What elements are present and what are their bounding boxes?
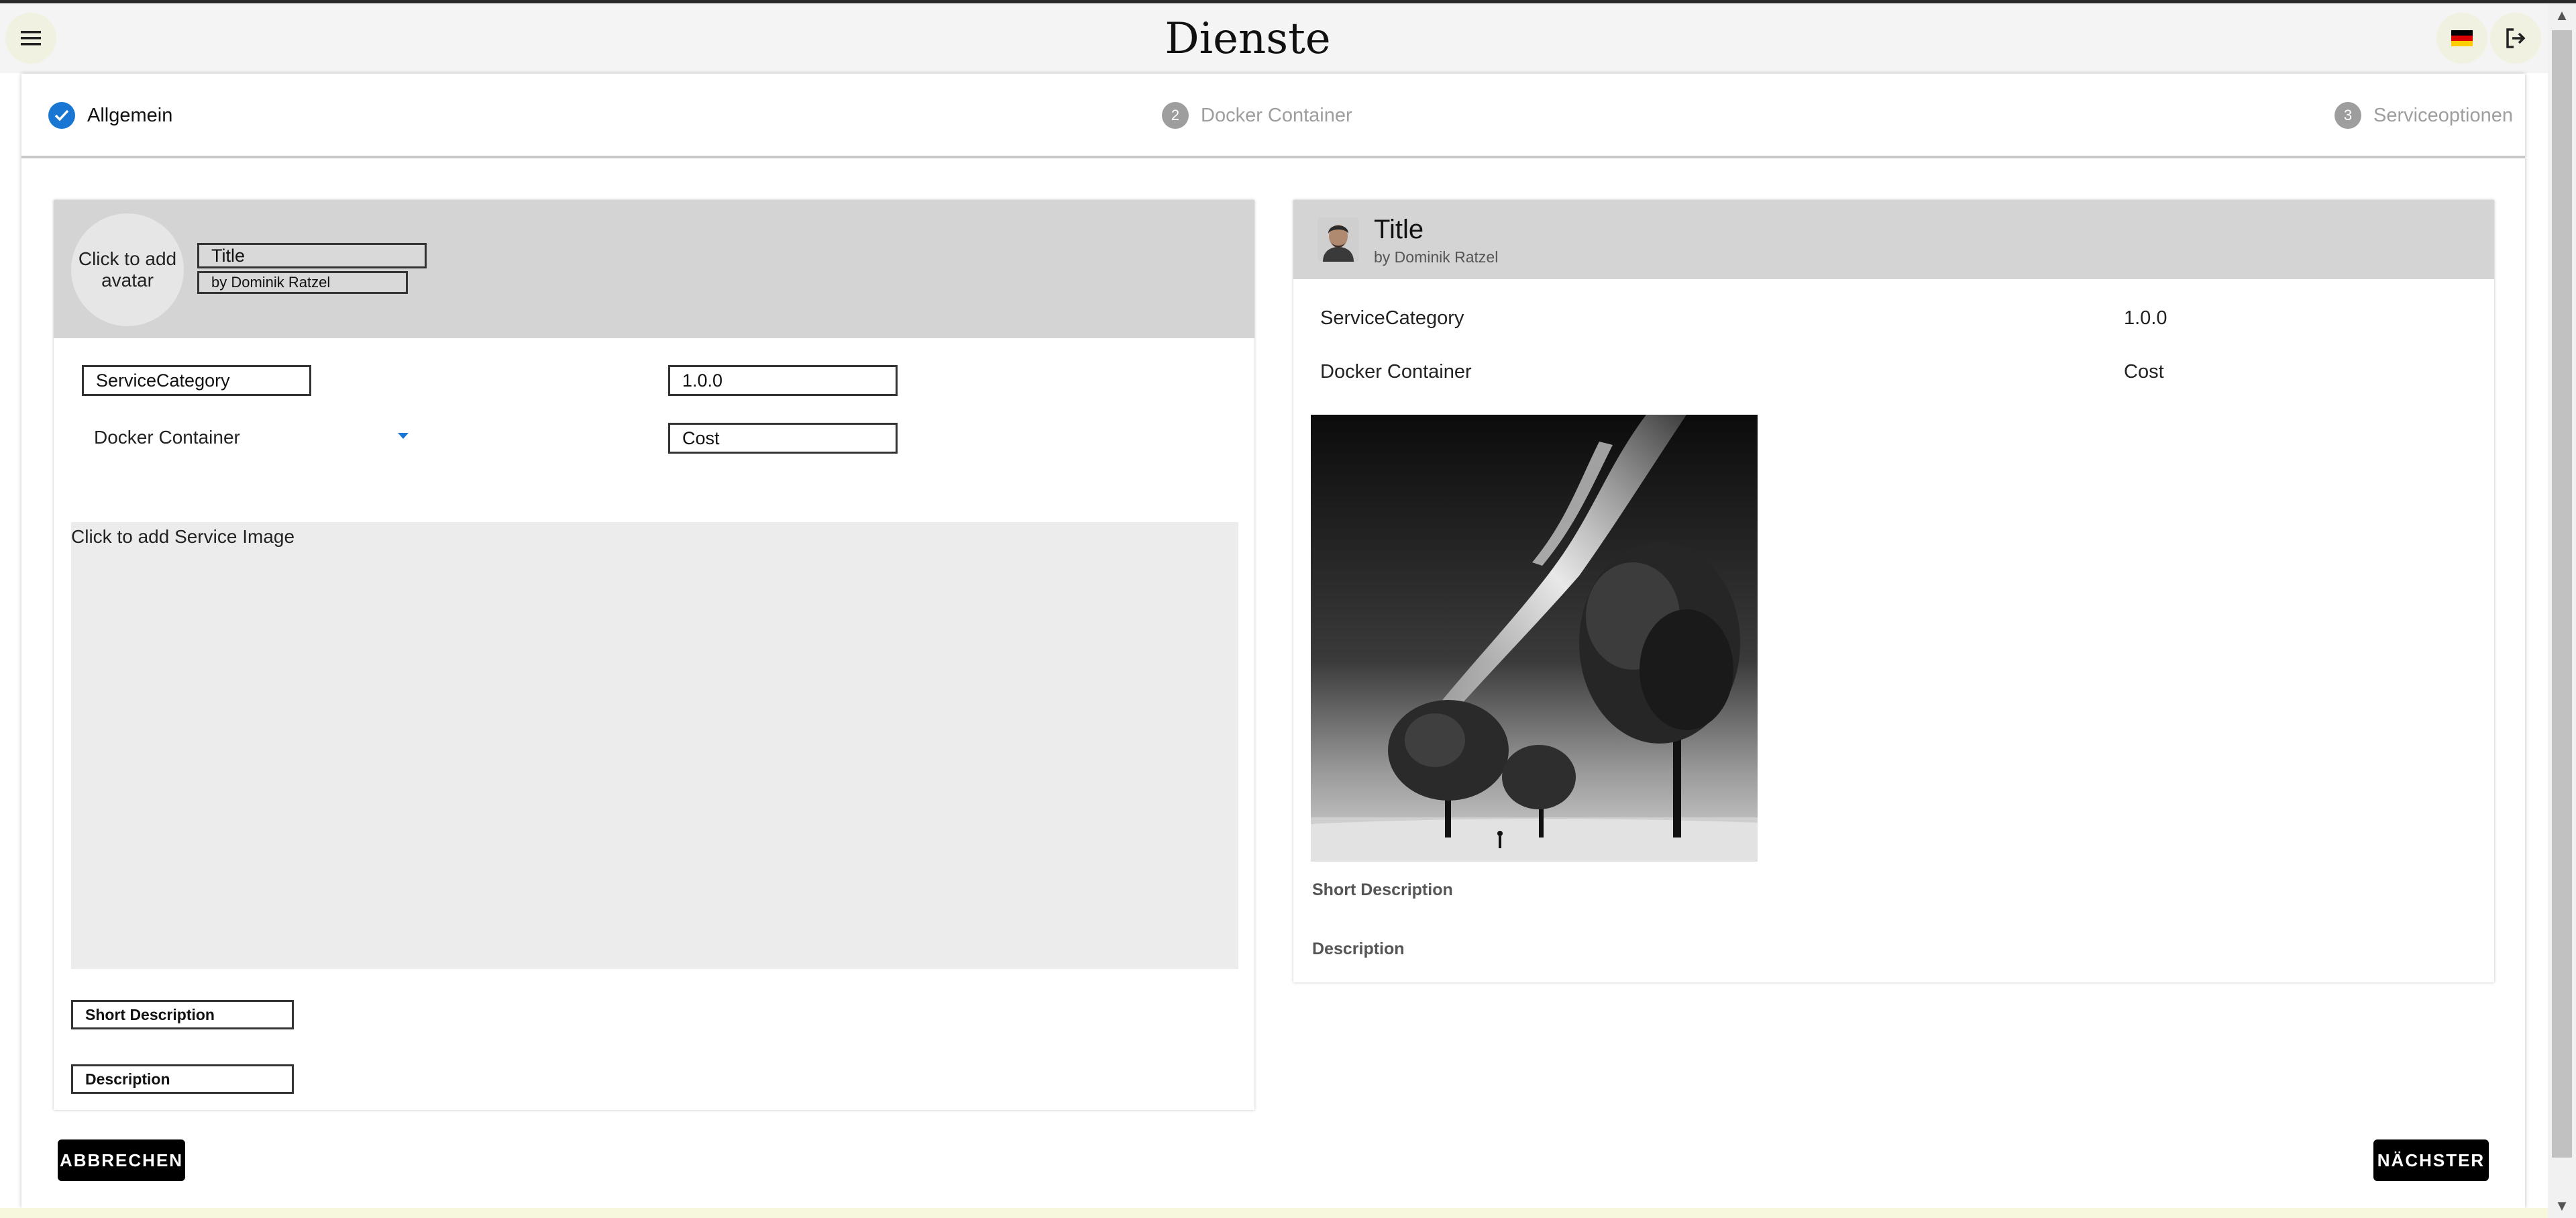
stepper: Allgemein 2 Docker Container 3 Serviceop… (21, 74, 2525, 158)
step-docker-container[interactable]: 2 Docker Container (1162, 102, 1352, 129)
app-bar: Dienste (0, 3, 2548, 73)
image-upload-prompt: Click to add Service Image (71, 526, 295, 547)
logout-button[interactable] (2490, 13, 2541, 64)
bottom-strip (0, 1208, 2548, 1218)
editor-header: Click to add avatar Title by Dominik Rat… (54, 200, 1254, 338)
step-number: 3 (2334, 102, 2361, 129)
docker-container-select[interactable]: Docker Container (94, 423, 409, 452)
category-input[interactable]: ServiceCategory (82, 365, 311, 396)
preview-title: Title (1374, 215, 1424, 244)
step-number: 2 (1162, 102, 1189, 129)
preview-version: 1.0.0 (2124, 307, 2167, 329)
preview-category: ServiceCategory (1320, 307, 1464, 329)
check-icon (48, 102, 75, 129)
short-description-input[interactable]: Short Description (71, 1000, 294, 1029)
scroll-up-icon[interactable]: ▲ (2548, 3, 2576, 28)
service-image-upload[interactable]: Click to add Service Image (71, 522, 1238, 969)
step-label: Docker Container (1201, 104, 1352, 126)
chevron-down-icon (398, 433, 409, 439)
version-input[interactable]: 1.0.0 (668, 365, 898, 396)
preview-header: Title by Dominik Ratzel (1293, 200, 2494, 279)
logout-icon (2506, 28, 2526, 48)
preview-author: by Dominik Ratzel (1374, 248, 1499, 266)
cancel-button[interactable]: ABBRECHEN (58, 1139, 185, 1181)
next-button[interactable]: NÄCHSTER (2373, 1139, 2489, 1181)
step-label: Serviceoptionen (2373, 104, 2513, 126)
step-allgemein[interactable]: Allgemein (48, 102, 172, 129)
cost-input[interactable]: Cost (668, 423, 898, 454)
avatar-upload[interactable]: Click to add avatar (71, 213, 184, 326)
scroll-thumb[interactable] (2552, 30, 2572, 1158)
service-editor-card: Click to add avatar Title by Dominik Rat… (54, 200, 1254, 1110)
author-avatar (1318, 217, 1359, 262)
title-input[interactable]: Title (197, 243, 427, 268)
step-label: Allgemein (87, 104, 173, 126)
language-button[interactable] (2436, 13, 2487, 64)
description-input[interactable]: Description (71, 1064, 294, 1094)
service-preview-card: Title by Dominik Ratzel ServiceCategory … (1293, 200, 2494, 982)
page-title: Dienste (1165, 14, 1331, 64)
scroll-down-icon[interactable]: ▼ (2548, 1194, 2576, 1218)
german-flag-icon (2451, 30, 2473, 46)
select-value: Docker Container (94, 427, 240, 448)
preview-container: Docker Container (1320, 361, 1472, 383)
page-scrollbar[interactable]: ▲ ▼ (2548, 3, 2576, 1218)
preview-description-label: Description (1312, 940, 1405, 958)
preview-short-description-label: Short Description (1312, 880, 1453, 899)
author-input[interactable]: by Dominik Ratzel (197, 271, 408, 294)
preview-cost: Cost (2124, 361, 2164, 383)
step-serviceoptionen[interactable]: 3 Serviceoptionen (2334, 102, 2513, 129)
service-image (1311, 415, 1758, 862)
wizard-card: Allgemein 2 Docker Container 3 Serviceop… (21, 74, 2525, 1208)
